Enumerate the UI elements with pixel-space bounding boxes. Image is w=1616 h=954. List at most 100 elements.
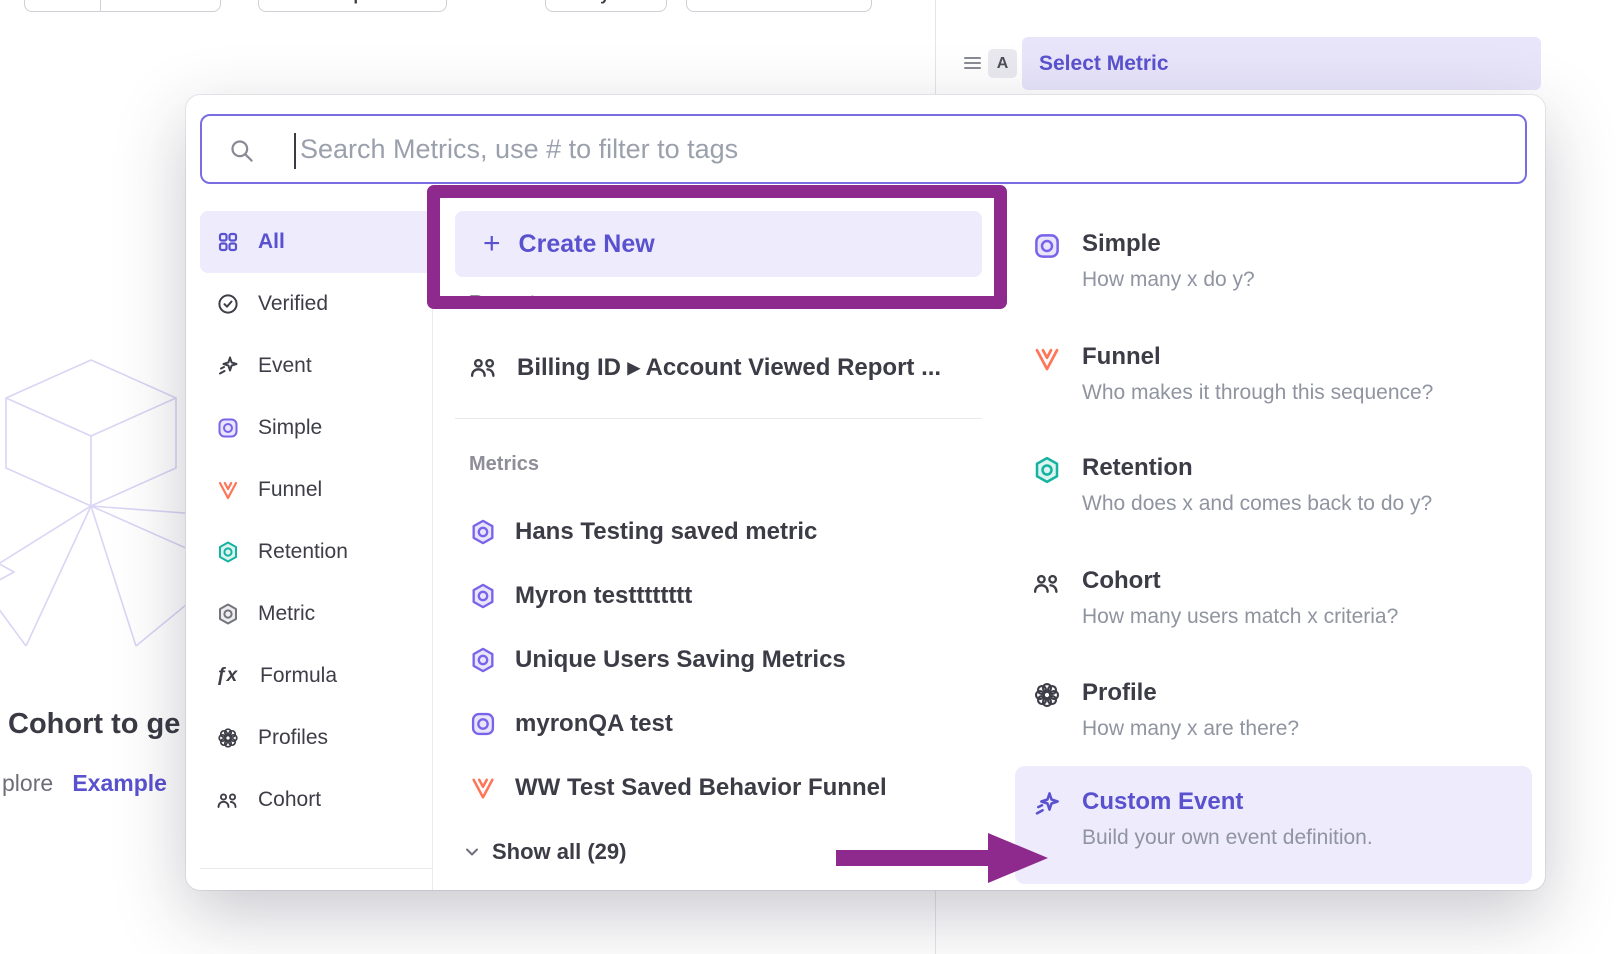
metric-item-label: Hans Testing saved metric <box>515 518 817 546</box>
select-metric-field[interactable]: Select Metric <box>1022 37 1541 90</box>
saved-metric-hexagon-icon <box>469 582 497 610</box>
metric-item-hans-testing[interactable]: Hans Testing saved metric <box>469 510 817 554</box>
metric-search-box[interactable] <box>200 114 1527 184</box>
sidebar-item-all[interactable]: All <box>200 211 433 273</box>
type-title: Retention <box>1082 453 1432 483</box>
sidebar-bottom-divider <box>200 868 432 869</box>
sidebar-item-label: Retention <box>258 540 348 564</box>
type-description: Build your own event definition. <box>1082 826 1373 850</box>
chevron-down-icon <box>462 842 482 862</box>
type-item-retention[interactable]: Retention Who does x and comes back to d… <box>1015 453 1532 516</box>
metric-item-label: myronQA test <box>515 710 673 738</box>
app-window: 12M YTD Compare Day Line A Select Metric… <box>0 0 1616 954</box>
funnel-icon <box>216 478 240 502</box>
cohort-people-icon <box>469 352 499 382</box>
type-item-funnel[interactable]: Funnel Who makes it through this sequenc… <box>1015 342 1532 405</box>
recent-item-label: Billing ID ▸ Account Viewed Report ... <box>517 353 941 382</box>
clause-label: A <box>997 55 1009 73</box>
annotation-highlight-rectangle <box>427 185 1007 309</box>
day-granularity-button[interactable]: Day <box>545 0 667 12</box>
metric-item-label: WW Test Saved Behavior Funnel <box>515 774 887 802</box>
sidebar-item-event[interactable]: Event <box>200 335 433 397</box>
sidebar-item-cohort[interactable]: Cohort <box>200 769 433 831</box>
sidebar-item-label: Verified <box>258 292 328 316</box>
sidebar-item-funnel[interactable]: Funnel <box>200 459 433 521</box>
profiles-flower-icon <box>216 726 240 750</box>
metric-item-myron-test[interactable]: Myron testttttttt <box>469 574 692 618</box>
sidebar-item-label: Funnel <box>258 478 322 502</box>
retention-icon <box>216 540 240 564</box>
saved-metric-hexagon-icon <box>469 646 497 674</box>
compare-label: Compare <box>316 0 390 5</box>
show-all-button[interactable]: Show all (29) <box>462 830 626 874</box>
saved-metric-hexagon-icon <box>469 518 497 546</box>
sidebar-item-partial[interactable] <box>200 876 433 890</box>
sidebar-item-label: Metric <box>258 602 315 626</box>
cohort-people-icon <box>1032 568 1062 629</box>
type-description: Who makes it through this sequence? <box>1082 381 1433 405</box>
simple-metric-icon <box>1032 231 1062 292</box>
recent-item-billing-id[interactable]: Billing ID ▸ Account Viewed Report ... <box>469 345 941 389</box>
range-ytd-button[interactable]: YTD <box>100 0 221 12</box>
chevron-down-icon <box>618 0 634 3</box>
metric-item-label: Myron testttttttt <box>515 582 692 610</box>
metric-item-myronqa[interactable]: myronQA test <box>469 702 673 746</box>
recents-metrics-divider <box>455 418 982 419</box>
compare-button[interactable]: Compare <box>258 0 447 12</box>
sidebar-item-metric[interactable]: Metric <box>200 583 433 645</box>
type-item-cohort[interactable]: Cohort How many users match x criteria? <box>1015 566 1532 629</box>
select-metric-label: Select Metric <box>1039 52 1169 76</box>
empty-state-subtext: plore Example <box>2 770 167 797</box>
type-description: How many users match x criteria? <box>1082 605 1398 629</box>
range-12m-label: 12M <box>46 0 79 5</box>
sidebar-item-formula[interactable]: ƒx Formula <box>200 645 433 707</box>
range-12m-button[interactable]: 12M <box>24 0 101 12</box>
chevron-down-icon <box>174 0 190 3</box>
type-title: Simple <box>1082 229 1255 259</box>
simple-metric-icon <box>469 710 497 738</box>
search-input[interactable] <box>202 116 1525 182</box>
metric-item-unique-users[interactable]: Unique Users Saving Metrics <box>469 638 846 682</box>
type-description: How many x do y? <box>1082 268 1255 292</box>
example-link[interactable]: Example <box>72 770 167 796</box>
metrics-header: Metrics <box>469 453 539 476</box>
subtext-fragment: plore <box>2 770 53 796</box>
metric-hexagon-icon <box>216 602 240 626</box>
line-label: Line <box>776 0 811 5</box>
formula-icon: ƒx <box>216 665 242 687</box>
grid-icon <box>216 230 240 254</box>
type-description: How many x are there? <box>1082 717 1299 741</box>
type-title: Cohort <box>1082 566 1398 596</box>
metric-clause-badge: A <box>988 49 1017 78</box>
sidebar-item-label: Event <box>258 354 312 378</box>
sidebar-item-retention[interactable]: Retention <box>200 521 433 583</box>
day-label: Day <box>578 0 609 5</box>
funnel-icon <box>469 774 497 802</box>
sidebar-item-label: Simple <box>258 416 322 440</box>
event-sparkle-icon <box>216 354 240 378</box>
cohort-people-icon <box>216 788 240 812</box>
line-chart-type-button[interactable]: Line <box>686 0 872 12</box>
verified-badge-icon <box>216 292 240 316</box>
headline-text: Cohort to ge <box>8 708 180 740</box>
sidebar-item-verified[interactable]: Verified <box>200 273 433 335</box>
drag-handle-icon[interactable] <box>964 56 981 70</box>
type-title: Custom Event <box>1082 787 1373 817</box>
line-chart-icon <box>748 0 768 5</box>
type-description: Who does x and comes back to do y? <box>1082 492 1432 516</box>
sidebar-item-simple[interactable]: Simple <box>200 397 433 459</box>
sidebar-item-profiles[interactable]: Profiles <box>200 707 433 769</box>
type-item-simple[interactable]: Simple How many x do y? <box>1015 229 1532 292</box>
type-title: Funnel <box>1082 342 1433 372</box>
metric-item-ww-funnel[interactable]: WW Test Saved Behavior Funnel <box>469 766 887 810</box>
type-title: Profile <box>1082 678 1299 708</box>
range-ytd-label: YTD <box>132 0 166 5</box>
funnel-icon <box>1032 344 1062 405</box>
metric-item-label: Unique Users Saving Metrics <box>515 646 846 674</box>
type-item-custom-event[interactable]: Custom Event Build your own event defini… <box>1015 766 1532 884</box>
profile-flower-icon <box>1032 680 1062 741</box>
type-item-profile[interactable]: Profile How many x are there? <box>1015 678 1532 741</box>
sidebar-item-label: Profiles <box>258 726 328 750</box>
show-all-label: Show all (29) <box>492 839 626 865</box>
empty-state-headline: Cohort to ge <box>8 708 180 741</box>
